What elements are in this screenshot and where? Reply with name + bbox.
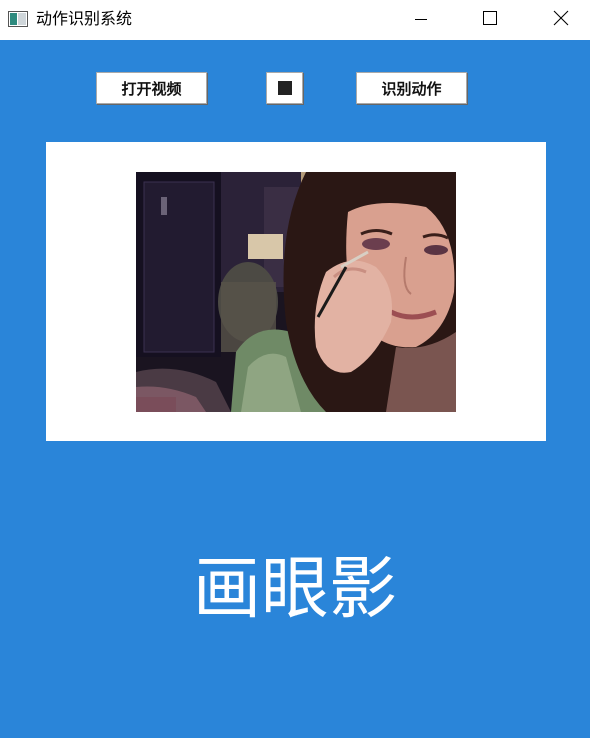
recognize-action-label: 识别动作 (381, 79, 442, 98)
main-area: 打开视频 识别动作 画眼影 (0, 40, 590, 738)
open-video-label: 打开视频 (121, 79, 182, 98)
minimize-icon (414, 11, 428, 30)
title-bar[interactable]: 动作识别系统 (0, 0, 590, 40)
recognized-action-text: 画眼影 (192, 550, 397, 629)
close-button[interactable] (538, 0, 584, 40)
app-window: 动作识别系统 打开视频 识别动作 画眼影 (0, 0, 590, 738)
stop-square-icon (277, 81, 292, 95)
video-panel (46, 142, 546, 441)
video-frame-image (136, 172, 456, 412)
minimize-button[interactable] (398, 0, 444, 40)
app-icon (8, 11, 28, 27)
maximize-icon (482, 10, 498, 30)
maximize-button[interactable] (467, 0, 513, 40)
window-title: 动作识别系统 (36, 9, 133, 28)
close-icon (553, 10, 569, 30)
open-video-button[interactable]: 打开视频 (96, 72, 207, 104)
video-frame (136, 172, 456, 412)
stop-button[interactable] (266, 72, 303, 104)
recognize-action-button[interactable]: 识别动作 (356, 72, 467, 104)
